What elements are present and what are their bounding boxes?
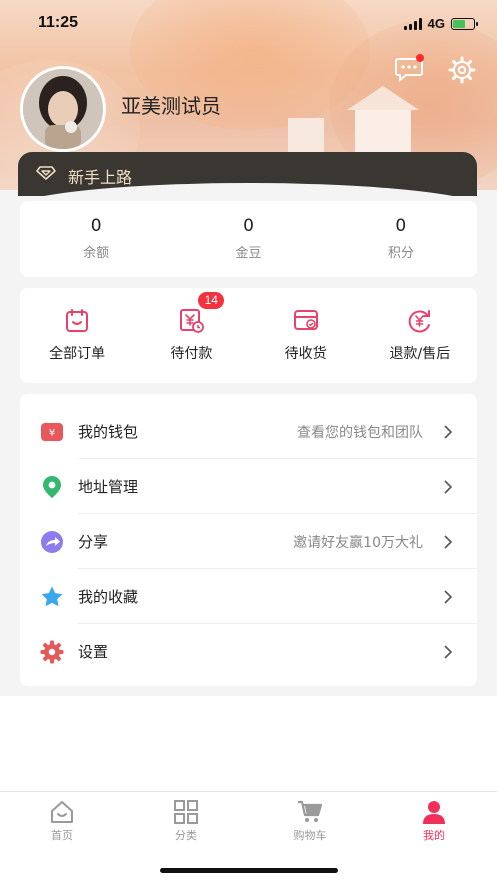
- signal-icon: [403, 17, 422, 30]
- tab-label: 购物车: [293, 829, 327, 842]
- cart-icon: [298, 800, 323, 822]
- vip-level-label: 新手上路: [68, 168, 133, 187]
- wallet-icon: ¥: [41, 422, 63, 441]
- order-all[interactable]: 全部订单: [20, 288, 134, 383]
- star-icon: [41, 586, 63, 606]
- order-pending-delivery[interactable]: 待收货: [249, 288, 363, 383]
- order-label: 退款/售后: [389, 346, 451, 362]
- chevron-right-icon: [444, 424, 453, 439]
- stat-gold-beans[interactable]: 0 金豆: [172, 201, 324, 277]
- stat-label: 积分: [387, 246, 414, 261]
- location-icon: [43, 475, 61, 498]
- home-icon: [51, 801, 73, 823]
- pending-delivery-icon: [293, 310, 318, 330]
- svg-text:¥: ¥: [49, 428, 55, 439]
- refund-icon: [408, 310, 430, 333]
- category-icon: [174, 800, 198, 824]
- menu-item-address[interactable]: 地址管理: [20, 459, 477, 514]
- menu-label: 我的钱包: [78, 423, 139, 441]
- stat-balance[interactable]: 0 余额: [20, 201, 172, 277]
- orders-card: 全部订单 待付款 14 待收货 退款/售后: [20, 288, 477, 383]
- menu-hint: 邀请好友赢10万大礼: [293, 534, 423, 551]
- home-indicator: [160, 868, 338, 873]
- message-unread-dot: [416, 54, 424, 62]
- menu-label: 分享: [78, 533, 109, 551]
- stat-label: 余额: [83, 246, 110, 261]
- tab-category[interactable]: 分类: [146, 800, 226, 843]
- order-pending-payment[interactable]: 待付款 14: [134, 288, 248, 383]
- username: 亚美测试员: [121, 94, 221, 118]
- stat-points[interactable]: 0 积分: [325, 201, 477, 277]
- menu-label: 我的收藏: [78, 588, 139, 606]
- share-icon: [41, 530, 63, 553]
- gear-icon: [40, 640, 64, 663]
- menu-card: ¥ 我的钱包 查看您的钱包和团队 地址管理 分享 邀请好友赢10万大礼 我的收藏: [20, 394, 477, 686]
- menu-item-share[interactable]: 分享 邀请好友赢10万大礼: [20, 514, 477, 569]
- stat-label: 金豆: [235, 246, 262, 261]
- stat-value: 0: [395, 216, 407, 236]
- status-indicators: 4G: [403, 16, 478, 31]
- network-type: 4G: [427, 16, 445, 31]
- avatar-photo: [23, 69, 103, 149]
- tab-label: 首页: [51, 829, 73, 842]
- pending-payment-icon: [180, 309, 205, 333]
- menu-item-settings[interactable]: 设置: [20, 624, 477, 679]
- chevron-right-icon: [444, 479, 453, 494]
- order-label: 全部订单: [49, 346, 106, 362]
- stat-value: 0: [90, 216, 102, 236]
- gear-icon[interactable]: [448, 56, 476, 84]
- menu-hint: 查看您的钱包和团队: [297, 424, 423, 441]
- order-count-badge: 14: [198, 292, 225, 309]
- avatar[interactable]: [20, 66, 106, 152]
- tab-cart[interactable]: 购物车: [270, 800, 350, 843]
- menu-label: 地址管理: [78, 478, 139, 496]
- diamond-icon: [36, 166, 56, 180]
- menu-item-wallet[interactable]: ¥ 我的钱包 查看您的钱包和团队: [20, 404, 477, 459]
- order-label: 待付款: [170, 346, 213, 362]
- order-list-icon: [66, 309, 89, 332]
- status-time: 11:25: [38, 14, 79, 31]
- stat-value: 0: [243, 216, 254, 236]
- chevron-right-icon: [444, 644, 453, 659]
- tab-label: 我的: [423, 829, 445, 842]
- profile-icon: [423, 801, 445, 824]
- chevron-right-icon: [444, 534, 453, 549]
- background-house: [347, 86, 419, 158]
- tab-label: 分类: [175, 829, 197, 842]
- order-label: 待收货: [284, 346, 327, 362]
- account-stats-card: 0 余额 0 金豆 0 积分: [20, 201, 477, 277]
- tab-profile[interactable]: 我的: [394, 800, 474, 843]
- chevron-right-icon: [444, 589, 453, 604]
- battery-icon: [451, 17, 478, 30]
- menu-label: 设置: [78, 643, 109, 661]
- menu-item-favorites[interactable]: 我的收藏: [20, 569, 477, 624]
- tab-home[interactable]: 首页: [22, 800, 102, 843]
- order-refund[interactable]: 退款/售后: [363, 288, 477, 383]
